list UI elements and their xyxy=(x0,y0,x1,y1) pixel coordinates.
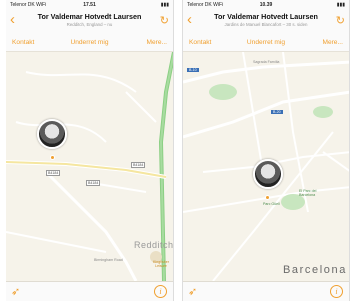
carrier-label: Telenor DK WiFi xyxy=(10,2,47,8)
tab-kontakt[interactable]: Kontakt xyxy=(6,39,64,46)
road-label: B4184 xyxy=(46,170,61,176)
city-label: Barcelona xyxy=(283,264,347,276)
refresh-icon[interactable]: ↻ xyxy=(336,14,345,27)
location-pin-icon xyxy=(50,155,55,160)
info-icon[interactable]: i xyxy=(330,285,343,298)
page-subtitle: Jardins de Manuel Blancafort – 30 s. sid… xyxy=(224,22,308,27)
location-arrow-icon[interactable]: ➶ xyxy=(188,285,197,298)
status-bar: Telenor DK WiFi 10.39 ▮▮▮ xyxy=(183,0,349,10)
status-bar: Telenor DK WiFi 17.51 ▮▮▮ xyxy=(6,0,173,10)
page-subtitle: Redditch, England – nu xyxy=(66,22,113,27)
map-view[interactable]: B-10 B-20 Barcelona Sagrada Família El P… xyxy=(183,51,349,282)
road-label: B4184 xyxy=(86,180,101,186)
map-view[interactable]: B4184 B4184 B4184 Redditch Birmingham Ro… xyxy=(6,51,174,282)
tab-underret-mig[interactable]: Underret mig xyxy=(240,39,291,46)
status-time: 10.39 xyxy=(259,2,273,8)
highway-shield: B-20 xyxy=(271,110,283,114)
road-label: B4184 xyxy=(131,162,146,168)
bottom-bar: ➶ i xyxy=(183,281,349,301)
nav-bar: ‹ Tor Valdemar Hotvedt Laursen Jardins d… xyxy=(183,10,349,34)
poi-label: Parc Güell xyxy=(263,202,280,206)
status-time: 17.51 xyxy=(83,2,96,8)
bottom-bar: ➶ i xyxy=(6,281,173,301)
city-label: Redditch xyxy=(134,240,174,250)
page-title: Tor Valdemar Hotvedt Laursen xyxy=(214,12,318,21)
nav-bar: ‹ Tor Valdemar Hotvedt Laursen Redditch,… xyxy=(6,10,173,34)
street-label: Birmingham Road xyxy=(94,258,123,262)
highway-shield: B-10 xyxy=(187,68,199,72)
refresh-icon[interactable]: ↻ xyxy=(160,14,169,27)
screen-left: Telenor DK WiFi 17.51 ▮▮▮ ‹ Tor Valdemar… xyxy=(6,0,174,301)
battery-icon: ▮▮▮ xyxy=(160,2,169,8)
tab-kontakt[interactable]: Kontakt xyxy=(183,39,240,46)
tab-bar: Kontakt Underret mig Mere... xyxy=(6,34,173,52)
screen-right: Telenor DK WiFi 10.39 ▮▮▮ ‹ Tor Valdemar… xyxy=(182,0,350,301)
page-title: Tor Valdemar Hotvedt Laursen xyxy=(37,12,142,21)
location-arrow-icon[interactable]: ➶ xyxy=(11,285,20,298)
comparison-view: Telenor DK WiFi 17.51 ▮▮▮ ‹ Tor Valdemar… xyxy=(0,0,354,301)
avatar[interactable] xyxy=(37,119,67,149)
poi-label: Kingfisher Leisure xyxy=(153,260,169,268)
avatar[interactable] xyxy=(253,159,283,189)
tab-underret-mig[interactable]: Underret mig xyxy=(64,39,116,46)
poi-label: El Parc del Barcelona xyxy=(299,189,317,197)
tab-mere[interactable]: Mere... xyxy=(292,39,349,46)
info-icon[interactable]: i xyxy=(154,285,167,298)
tab-mere[interactable]: Mere... xyxy=(115,39,173,46)
tab-bar: Kontakt Underret mig Mere... xyxy=(183,34,349,52)
carrier-label: Telenor DK WiFi xyxy=(187,2,224,8)
location-pin-icon xyxy=(265,195,270,200)
battery-icon: ▮▮▮ xyxy=(336,2,346,8)
poi-label: Sagrada Família xyxy=(253,60,280,64)
